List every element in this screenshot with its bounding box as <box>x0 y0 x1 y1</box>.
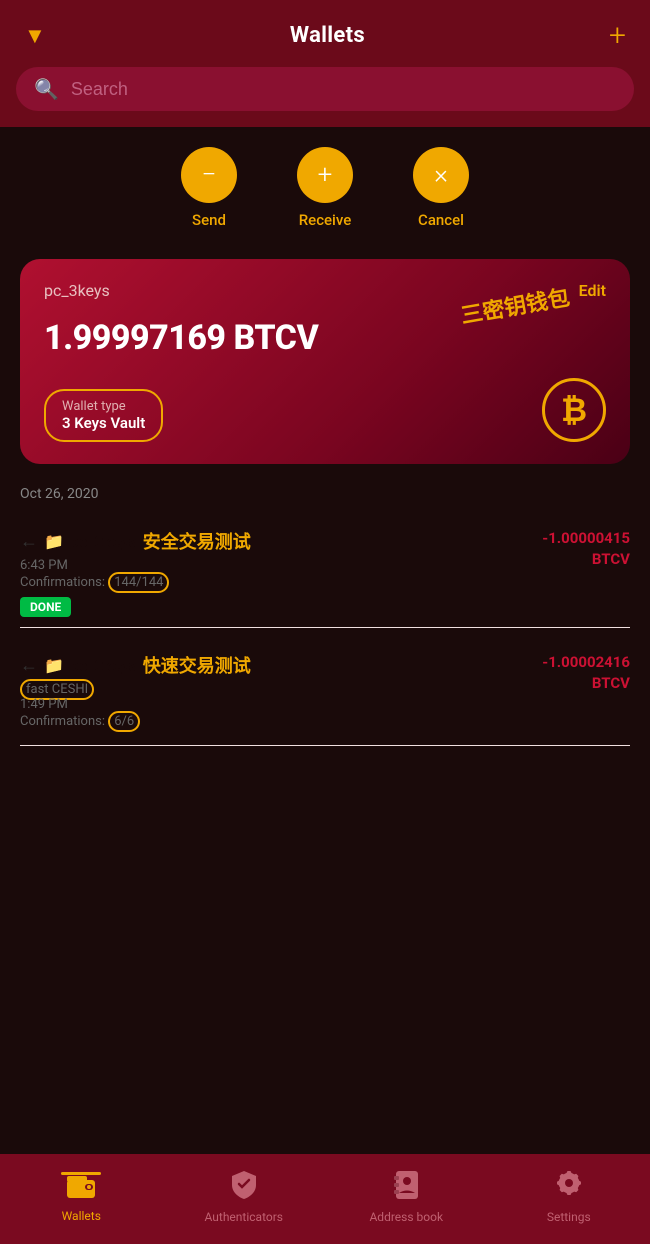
tx-annotation: 安全交易测试 <box>143 528 251 554</box>
tx-conf-value: 6/6 <box>108 711 140 732</box>
add-wallet-icon[interactable]: + <box>609 18 626 53</box>
transaction-item[interactable]: ← 📁 pc_3keys 快速交易测试 fast CESHI 1:49 PM C… <box>20 638 630 746</box>
nav-item-wallets[interactable]: Wallets <box>0 1172 163 1223</box>
nav-settings-label: Settings <box>547 1210 591 1224</box>
nav-item-settings[interactable]: Settings <box>488 1171 650 1224</box>
tx-time: 6:43 PM <box>20 558 542 573</box>
transaction-item[interactable]: ← 📁 pc_3keys 安全交易测试 6:43 PM Confirmation… <box>20 514 630 628</box>
tx-conf-label: Confirmations: <box>20 714 108 729</box>
search-bar: 🔍 <box>0 67 650 127</box>
wallet-name: pc_3keys <box>44 281 110 300</box>
app-header: ▼ Wallets + <box>0 0 650 67</box>
tx-direction-icon: ← <box>20 655 38 676</box>
tx-sub-label: fast CESHI <box>20 682 542 697</box>
receive-button[interactable]: + Receive <box>297 147 353 229</box>
tx-wallet-name: pc_3keys <box>70 532 137 551</box>
tx-currency: BTCV <box>592 674 630 692</box>
nav-authenticators-label: Authenticators <box>205 1210 283 1224</box>
tx-status-badge: DONE <box>20 597 71 617</box>
cancel-label: Cancel <box>418 211 464 229</box>
page-title: Wallets <box>290 23 365 48</box>
wallet-card[interactable]: pc_3keys Edit 1.99997169 BTCV Wallet typ… <box>20 259 630 464</box>
wallet-type-badge: Wallet type 3 Keys Vault <box>44 389 163 442</box>
tx-currency: BTCV <box>592 550 630 568</box>
authenticators-icon <box>232 1171 256 1206</box>
tx-conf-value: 144/144 <box>108 572 169 593</box>
tx-wallet-icon: 📁 <box>44 532 64 551</box>
cancel-button[interactable]: × Cancel <box>413 147 469 229</box>
bitcoin-icon: ₿ <box>542 378 606 442</box>
nav-address-book-label: Address book <box>369 1210 443 1224</box>
cancel-icon: × <box>413 147 469 203</box>
tx-wallet-name: pc_3keys <box>70 656 137 675</box>
wallet-edit-button[interactable]: Edit <box>579 281 606 300</box>
transaction-section: Oct 26, 2020 ← 📁 pc_3keys 安全交易测试 6:43 PM… <box>0 474 650 746</box>
tx-annotation: 快速交易测试 <box>143 652 251 678</box>
settings-icon <box>555 1171 583 1206</box>
search-input[interactable] <box>71 79 616 100</box>
receive-label: Receive <box>299 211 352 229</box>
tx-conf-label: Confirmations: <box>20 575 108 590</box>
wallet-balance: 1.99997169 BTCV <box>44 318 606 358</box>
transaction-date: Oct 26, 2020 <box>20 486 630 502</box>
wallet-card-section: pc_3keys Edit 1.99997169 BTCV Wallet typ… <box>0 239 650 474</box>
tx-amount: -1.00000415 BTCV <box>542 528 630 570</box>
tx-direction-icon: ← <box>20 531 38 552</box>
wallets-icon <box>67 1172 95 1205</box>
tx-confirmations: Confirmations: 144/144 <box>20 575 542 590</box>
filter-icon[interactable]: ▼ <box>24 23 46 49</box>
address-book-icon <box>394 1171 418 1206</box>
tx-time: 1:49 PM <box>20 697 542 712</box>
receive-icon: + <box>297 147 353 203</box>
action-bar: − Send + Receive × Cancel <box>0 127 650 239</box>
search-icon: 🔍 <box>34 77 59 101</box>
wallet-type-value: 3 Keys Vault <box>62 414 145 432</box>
tx-amount-value: -1.00000415 <box>542 529 630 547</box>
tx-confirmations: Confirmations: 6/6 <box>20 714 542 729</box>
nav-item-address-book[interactable]: Address book <box>325 1171 488 1224</box>
tx-amount-value: -1.00002416 <box>542 653 630 671</box>
send-label: Send <box>192 211 226 229</box>
nav-wallets-label: Wallets <box>62 1209 101 1223</box>
send-button[interactable]: − Send <box>181 147 237 229</box>
tx-wallet-icon: 📁 <box>44 656 64 675</box>
bottom-navigation: Wallets Authenticators Address book <box>0 1154 650 1244</box>
wallet-type-label: Wallet type <box>62 399 145 414</box>
nav-item-authenticators[interactable]: Authenticators <box>163 1171 326 1224</box>
tx-amount: -1.00002416 BTCV <box>542 652 630 694</box>
send-icon: − <box>181 147 237 203</box>
